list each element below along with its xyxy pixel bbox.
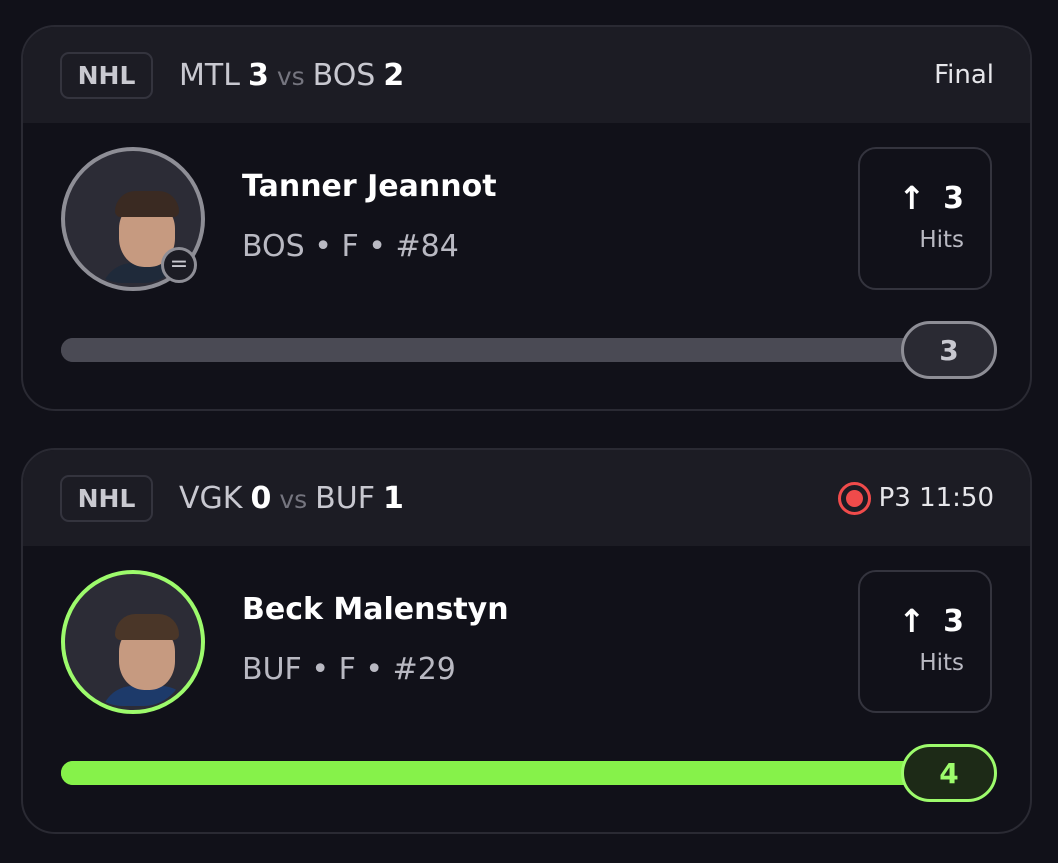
stat-label: Hits xyxy=(919,650,964,676)
progress-value-pill: 3 xyxy=(901,321,997,379)
player-avatar xyxy=(61,570,205,714)
progress-value-pill: 4 xyxy=(901,744,997,802)
game-header: NHL VGK 0 vs BUF 1 P3 11:50 xyxy=(23,450,1030,546)
home-score: 2 xyxy=(383,57,405,93)
prop-card-2[interactable]: NHL VGK 0 vs BUF 1 P3 11:50 Beck Malenst… xyxy=(21,448,1032,834)
player-avatar: = xyxy=(61,147,205,291)
matchup: MTL 3 vs BOS 2 xyxy=(179,58,404,93)
league-badge: NHL xyxy=(60,51,153,99)
arrow-up-icon: ↑ xyxy=(898,179,926,217)
matchup: VGK 0 vs BUF 1 xyxy=(179,481,404,516)
home-team: BUF xyxy=(315,480,375,516)
stat-value: 3 xyxy=(943,180,964,216)
player-name: Tanner Jeannot xyxy=(242,169,497,204)
away-team: VGK xyxy=(179,480,243,516)
stat-label: Hits xyxy=(919,227,964,253)
live-record-icon xyxy=(837,481,871,515)
player-name: Beck Malenstyn xyxy=(242,592,509,627)
progress-track xyxy=(61,338,941,362)
away-team: MTL xyxy=(179,57,240,93)
stat-value: 3 xyxy=(943,603,964,639)
progress-track xyxy=(61,761,941,785)
stat-box: ↑ 3 Hits xyxy=(858,570,992,713)
vs-label: vs xyxy=(276,61,305,91)
game-header: NHL MTL 3 vs BOS 2 Final xyxy=(23,27,1030,123)
stat-box: ↑ 3 Hits xyxy=(858,147,992,290)
league-badge: NHL xyxy=(60,474,153,522)
player-meta: BOS • F • #84 xyxy=(242,229,459,264)
equals-icon: = xyxy=(161,247,197,283)
arrow-up-icon: ↑ xyxy=(898,602,926,640)
away-score: 0 xyxy=(250,480,272,516)
progress-fill xyxy=(61,761,941,785)
progress-fill xyxy=(61,338,941,362)
game-status: P3 11:50 xyxy=(837,450,994,546)
home-team: BOS xyxy=(312,57,376,93)
away-score: 3 xyxy=(247,57,269,93)
game-status: Final xyxy=(934,60,994,90)
player-photo xyxy=(79,584,187,706)
prop-card-1[interactable]: NHL MTL 3 vs BOS 2 Final = Tanner Jeanno… xyxy=(21,25,1032,411)
vs-label: vs xyxy=(279,484,308,514)
player-meta: BUF • F • #29 xyxy=(242,652,456,687)
home-score: 1 xyxy=(382,480,404,516)
game-clock: P3 11:50 xyxy=(878,483,994,513)
